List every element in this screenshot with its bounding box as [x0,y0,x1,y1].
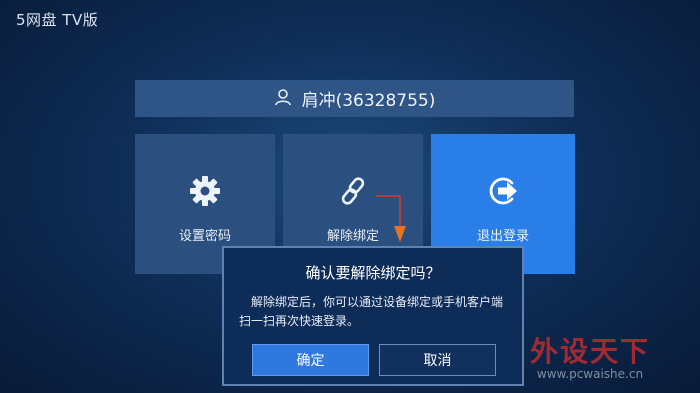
confirm-button[interactable]: 确定 [252,344,369,376]
watermark-text: 外设天下 [529,335,650,368]
account-name: 肩冲(36328755) [301,91,436,111]
watermark-url: www.pcwaishe.cn [536,367,644,381]
unbind-confirm-dialog: 确认要解除绑定吗？ 解除绑定后，你可以通过设备绑定或手机客户端扫一扫再次快速登录… [222,246,524,386]
link-icon [336,174,370,208]
watermark: 外设天下 www.pcwaishe.cn [520,335,660,382]
unbind-label: 解除绑定 [326,229,379,244]
dialog-title: 确认要解除绑定吗？ [305,264,441,282]
user-icon [274,88,292,110]
gear-icon [188,174,222,208]
dialog-message: 解除绑定后，你可以通过设备绑定或手机客户端扫一扫再次快速登录。 [239,295,504,328]
cancel-button[interactable]: 取消 [379,344,496,376]
account-bar: 肩冲(36328755) [135,80,574,117]
logout-label: 退出登录 [476,229,529,244]
logout-icon [486,174,520,208]
set-password-label: 设置密码 [178,229,231,244]
app-brand: 5网盘 TV版 [16,11,99,29]
